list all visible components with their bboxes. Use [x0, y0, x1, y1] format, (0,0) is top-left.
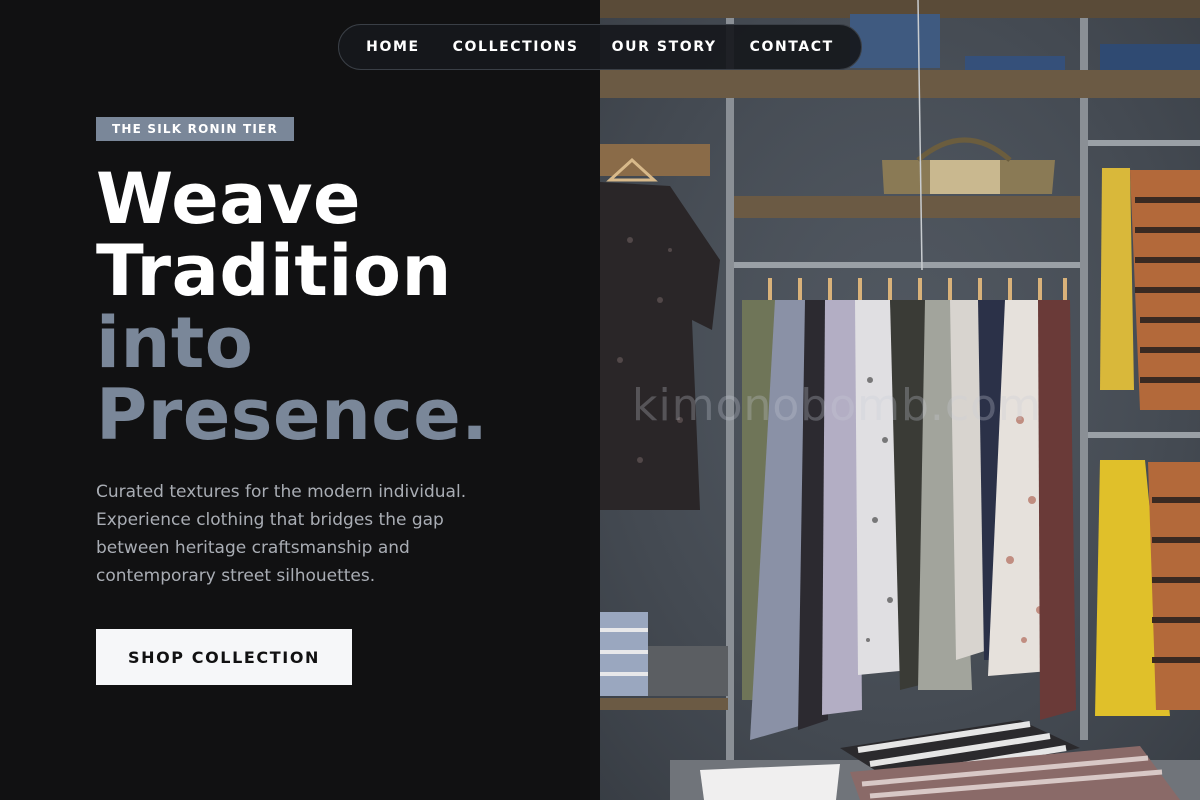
nav-item-our-story[interactable]: OUR STORY	[612, 39, 717, 55]
watermark-text: kimonobomb.com	[632, 380, 1042, 431]
hero-headline: Weave Tradition into Presence.	[96, 163, 576, 451]
tier-badge: THE SILK RONIN TIER	[96, 117, 294, 141]
headline-line-2: Tradition	[96, 230, 452, 312]
nav-item-home[interactable]: HOME	[366, 39, 420, 55]
nav-item-collections[interactable]: COLLECTIONS	[453, 39, 579, 55]
headline-line-1: Weave	[96, 158, 362, 240]
main-nav: HOME COLLECTIONS OUR STORY CONTACT	[338, 24, 862, 70]
hero-description: Curated textures for the modern individu…	[96, 482, 467, 586]
shop-collection-button[interactable]: SHOP COLLECTION	[96, 629, 352, 685]
nav-item-contact[interactable]: CONTACT	[750, 39, 834, 55]
hero-left-panel: THE SILK RONIN TIER Weave Tradition into…	[0, 0, 600, 800]
headline-line-4: Presence.	[96, 374, 489, 456]
headline-line-3: into	[96, 302, 254, 384]
